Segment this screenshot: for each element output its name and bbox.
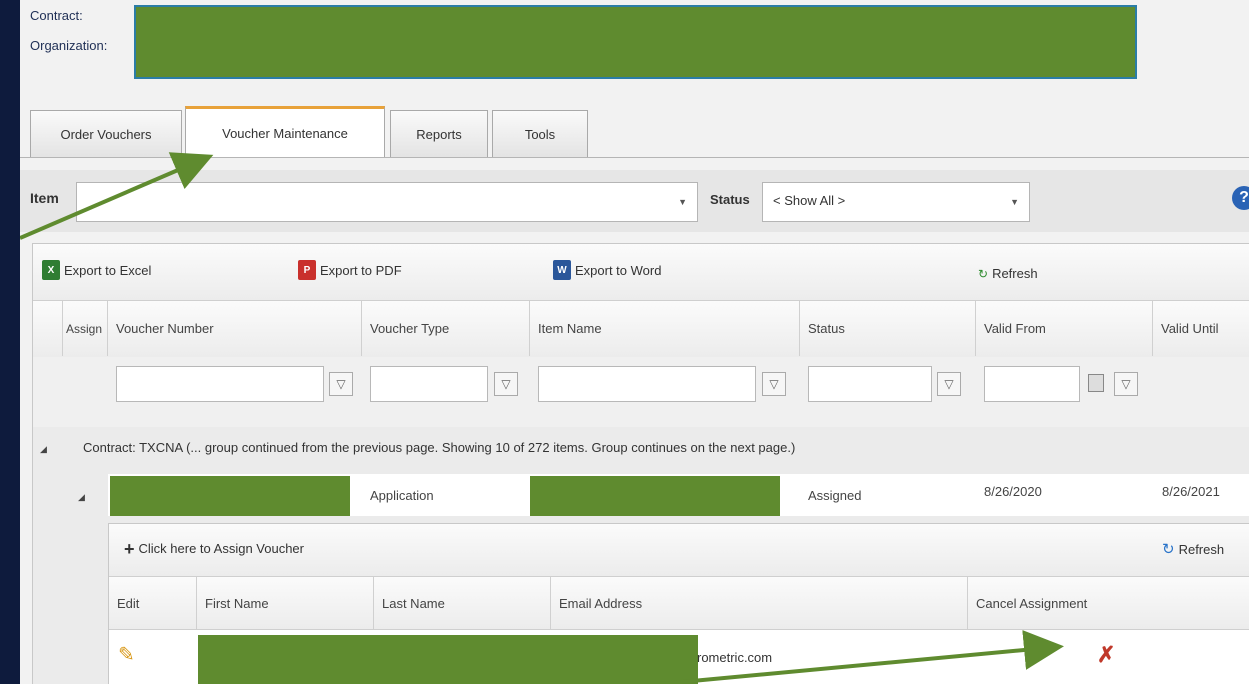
app-window: Contract: Organization: Order Vouchers V… xyxy=(20,0,1249,684)
arrow-to-voucher-maintenance xyxy=(20,152,214,240)
annotation-arrows xyxy=(20,152,1064,684)
arrow-to-cancel-assignment xyxy=(659,630,1064,684)
